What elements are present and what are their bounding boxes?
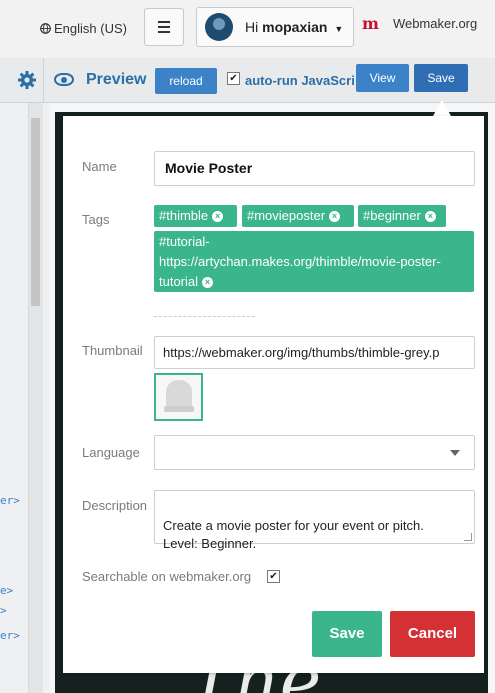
tag-text-line: https://artychan.makes.org/thimble/movie… <box>159 254 441 269</box>
tag-text-line: tutorial <box>159 274 199 289</box>
thimble-image-icon <box>164 380 194 412</box>
language-label: English (US) <box>54 21 127 36</box>
editor-scroll-thumb[interactable] <box>31 118 40 306</box>
tag-chip[interactable]: #thimble × <box>154 205 237 227</box>
remove-tag-icon[interactable]: × <box>329 211 341 222</box>
tag-chip[interactable]: #tutorial- https://artychan.makes.org/th… <box>154 231 474 292</box>
name-label: Name <box>82 159 117 174</box>
top-bar: English (US) Hi mopaxian ▼ m Webmaker.or… <box>0 0 495 59</box>
chevron-down-icon <box>450 450 460 456</box>
publish-dialog <box>63 116 484 673</box>
autorun-checkbox[interactable]: ✔ <box>227 72 240 85</box>
description-field[interactable]: Create a movie poster for your event or … <box>154 490 475 551</box>
greeting-text: Hi <box>245 19 259 35</box>
preview-label: Preview <box>86 71 147 88</box>
thumbnail-preview[interactable] <box>154 373 203 421</box>
reload-button[interactable]: reload <box>155 68 217 94</box>
language-selector[interactable]: English (US) <box>40 21 127 36</box>
searchable-checkbox[interactable]: ✔ <box>267 570 280 583</box>
gear-icon[interactable] <box>17 70 37 90</box>
webmaker-text: Webmaker.org <box>392 16 478 31</box>
tag-chip[interactable]: #movieposter × <box>242 205 354 227</box>
check-icon: ✔ <box>269 571 278 582</box>
menu-icon <box>158 21 170 33</box>
preview-toolbar: Preview reload ✔ auto-run JavaScri View … <box>0 58 495 103</box>
thumbnail-label: Thumbnail <box>82 343 143 358</box>
save-button-top[interactable]: Save <box>414 64 468 92</box>
language-select[interactable] <box>154 435 475 470</box>
name-field[interactable]: Movie Poster <box>154 151 475 186</box>
tag-text: #beginner <box>363 208 421 223</box>
remove-tag-icon[interactable]: × <box>424 211 436 222</box>
save-button[interactable]: Save <box>312 611 382 657</box>
tags-label: Tags <box>82 212 110 227</box>
globe-icon <box>40 23 51 34</box>
username: mopaxian <box>262 19 328 35</box>
thumbnail-url-field[interactable]: https://webmaker.org/img/thumbs/thimble-… <box>154 336 475 369</box>
tag-text: #thimble <box>159 208 209 223</box>
tag-input-divider <box>154 316 255 317</box>
tag-chip[interactable]: #beginner × <box>358 205 446 227</box>
avatar <box>205 13 233 41</box>
searchable-label: Searchable on webmaker.org <box>82 569 252 584</box>
code-fragment: e> <box>0 584 14 597</box>
cancel-button[interactable]: Cancel <box>390 611 475 657</box>
view-button[interactable]: View <box>356 64 409 92</box>
resize-handle-icon[interactable] <box>464 533 472 541</box>
menu-button[interactable] <box>144 8 184 46</box>
toolbar-divider <box>43 58 44 102</box>
webmaker-logo: m <box>362 14 379 33</box>
autorun-label: auto-run JavaScri <box>245 73 355 88</box>
modal-pointer <box>433 100 451 116</box>
user-greeting: Hi mopaxian ▼ <box>245 19 343 35</box>
webmaker-link[interactable]: m Webmaker.org <box>362 14 477 33</box>
remove-tag-icon[interactable]: × <box>212 211 224 222</box>
language-field-label: Language <box>82 445 140 460</box>
user-menu[interactable]: Hi mopaxian ▼ <box>196 7 354 47</box>
remove-tag-icon[interactable]: × <box>202 277 214 288</box>
description-label: Description <box>82 498 148 513</box>
code-fragment: er> <box>0 629 20 642</box>
eye-icon <box>54 73 74 86</box>
tag-text-line: #tutorial- <box>159 234 210 249</box>
code-fragment: er> <box>0 494 20 507</box>
tag-text: #movieposter <box>247 208 326 223</box>
caret-down-icon: ▼ <box>334 24 344 34</box>
code-fragment: > <box>0 604 7 617</box>
